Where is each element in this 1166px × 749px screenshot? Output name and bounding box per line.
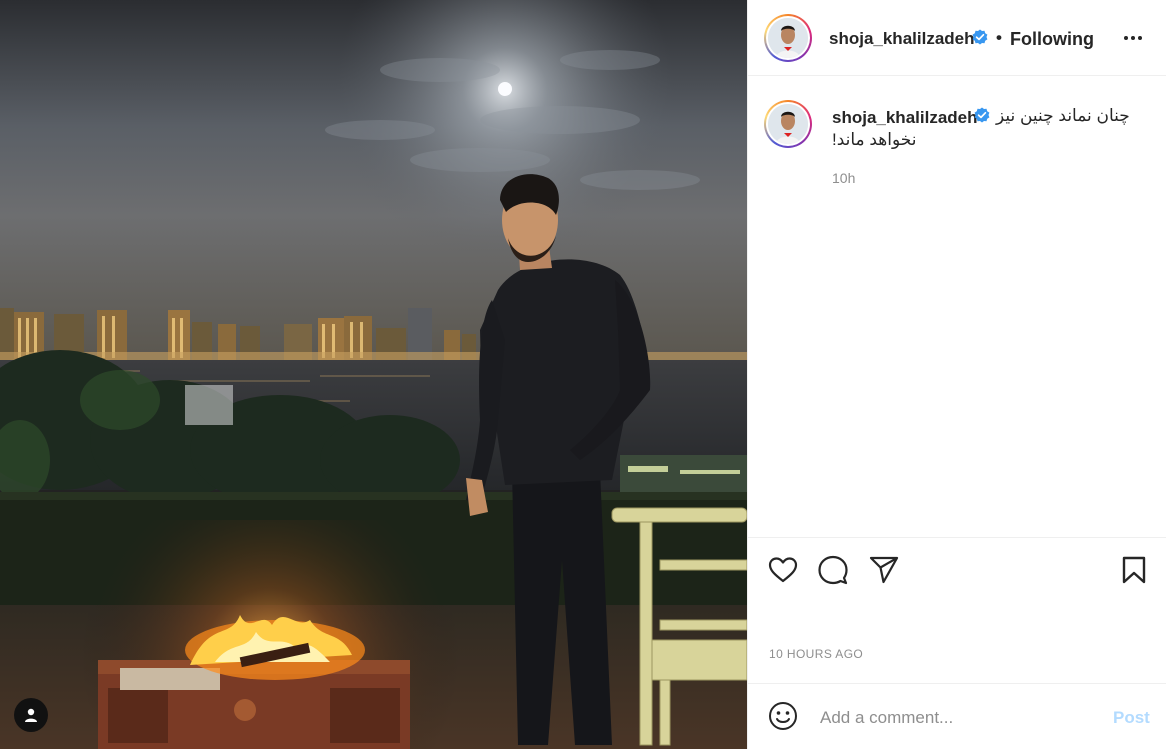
post-photo[interactable] [0, 0, 747, 749]
username-link[interactable]: shoja_khalilzadeh [829, 29, 975, 49]
more-options-button[interactable] [1118, 24, 1148, 52]
caption-username-link[interactable]: shoja_khalilzadeh [832, 108, 978, 128]
save-button[interactable] [1121, 556, 1147, 589]
divider [748, 537, 1166, 538]
caption-avatar[interactable] [764, 100, 812, 148]
user-tag-button[interactable] [14, 698, 48, 732]
emoji-button[interactable] [768, 701, 798, 736]
heart-icon [768, 557, 798, 583]
bookmark-icon [1122, 556, 1146, 584]
comment-bar: Post [748, 683, 1166, 749]
following-button[interactable]: Following [1010, 29, 1094, 50]
post-sidebar: shoja_khalilzadeh • Following shoja_khal… [747, 0, 1166, 749]
post-header: shoja_khalilzadeh • Following [748, 0, 1166, 76]
avatar-image [768, 18, 808, 58]
comment-icon [818, 555, 848, 585]
like-button[interactable] [768, 556, 798, 589]
emoji-icon [769, 702, 797, 730]
verified-badge-icon [972, 29, 988, 45]
separator-dot: • [996, 28, 1002, 47]
share-button[interactable] [869, 556, 899, 589]
user-tag-icon [25, 708, 37, 722]
caption-timestamp[interactable]: 10h [832, 170, 855, 186]
caption-text-line1: چنان نماند چنین نیز [996, 106, 1130, 125]
caption-text-line2: نخواهد ماند! [832, 130, 917, 149]
post-timestamp[interactable]: 10 HOURS AGO [769, 647, 863, 661]
comment-input[interactable] [818, 704, 1092, 732]
avatar-image [768, 104, 808, 144]
share-icon [869, 556, 899, 584]
post-comment-button[interactable]: Post [1113, 708, 1150, 728]
post-image [0, 0, 747, 749]
comment-button[interactable] [818, 555, 848, 590]
more-options-icon [1124, 36, 1142, 40]
avatar[interactable] [764, 14, 812, 62]
verified-badge-icon [974, 107, 990, 123]
